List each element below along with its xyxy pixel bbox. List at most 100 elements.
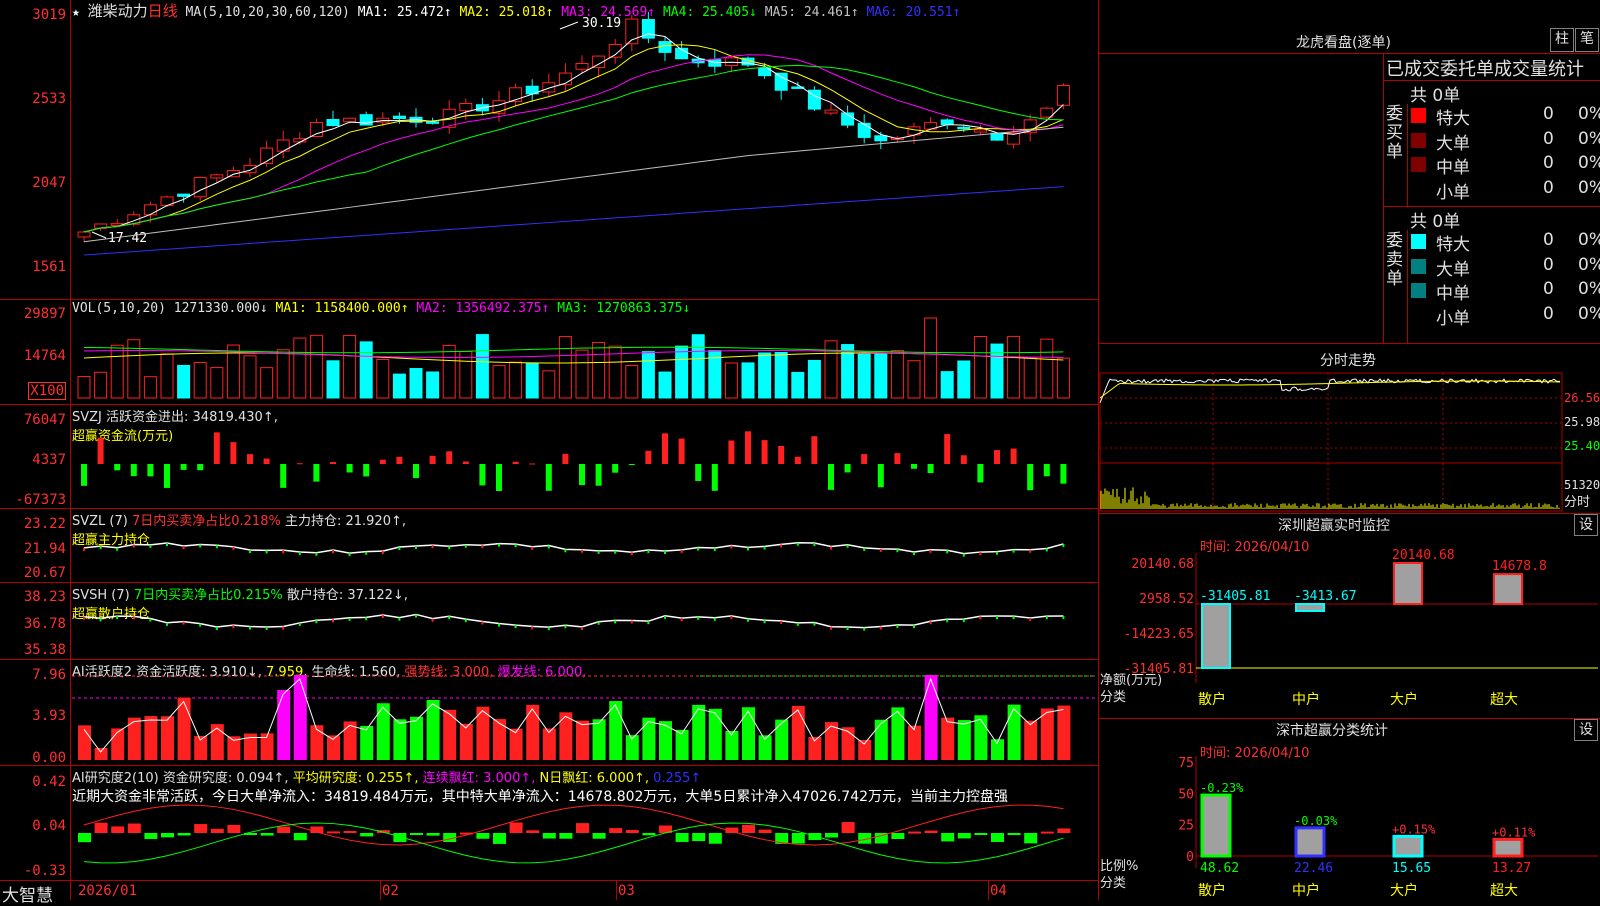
buy-total: 共 0单 — [1410, 86, 1461, 106]
volume-bar — [874, 353, 888, 399]
volume-bar — [907, 360, 921, 399]
bar-mode-button[interactable]: 柱 — [1550, 28, 1574, 52]
volume-bar — [824, 340, 838, 399]
research-bar — [111, 826, 125, 833]
holding-tick — [132, 616, 135, 620]
volume-bar — [525, 363, 539, 399]
research-bar — [974, 833, 988, 835]
order-p: 0% — [1578, 230, 1600, 250]
flow-bar — [263, 458, 270, 464]
order-swatch — [1411, 234, 1426, 249]
flow-bar — [130, 464, 137, 477]
flow-bar — [313, 464, 320, 482]
research-bar — [127, 823, 141, 833]
candle-body — [426, 121, 440, 124]
activity-bar — [692, 704, 706, 760]
volume-bar — [359, 341, 373, 399]
holding-tick — [99, 618, 102, 622]
volume-bar — [94, 371, 108, 399]
holding-tick — [780, 544, 783, 548]
volume-bar — [774, 351, 788, 399]
flow-bar — [147, 464, 154, 477]
activity-bar — [642, 717, 656, 760]
flow-bar — [612, 464, 619, 473]
activity-bar — [874, 719, 888, 760]
holding-tick — [1062, 543, 1065, 547]
sz-bar — [1393, 562, 1423, 606]
flow-bar — [230, 442, 237, 464]
research-bar — [791, 833, 805, 844]
order-v: 0 — [1543, 104, 1554, 124]
activity-bar — [177, 697, 191, 760]
holding-tick — [896, 624, 899, 628]
research-bar — [177, 833, 191, 836]
sz-axis-label: 20140.68 — [1131, 557, 1194, 572]
flow-bar — [695, 464, 702, 481]
holding-tick — [415, 614, 417, 618]
flow-bar — [296, 463, 303, 465]
sz-bar — [1493, 573, 1523, 606]
date-tick-mark — [380, 880, 381, 900]
research-bar — [1040, 831, 1054, 834]
research-bar — [293, 833, 307, 841]
volume-bar — [260, 367, 274, 399]
cls-stats-chart[interactable]: 75 50 25 0 -0.23% 48.62 散户 -0.03% 22.46 中户 +0.15% 1… — [1098, 718, 1600, 900]
volume-bar — [924, 317, 938, 399]
sz-value-label: 14678.8 — [1492, 559, 1547, 574]
holding-tick — [1012, 549, 1015, 553]
activity-bar — [957, 720, 971, 760]
holding-tick — [132, 544, 135, 548]
lhb-inner-line — [1407, 104, 1408, 207]
volume-bar — [741, 362, 755, 399]
volume-bar — [442, 344, 456, 399]
cls-value-label: 15.65 — [1392, 861, 1431, 876]
holding-tick — [946, 619, 949, 623]
research-bar — [227, 824, 241, 833]
cls-change-label: -0.23% — [1200, 781, 1244, 795]
flow-bar — [213, 432, 220, 464]
volume-bar — [143, 376, 157, 399]
flow-bar — [280, 464, 287, 488]
holding-tick — [265, 550, 268, 554]
holding-tick — [116, 616, 119, 620]
flow-bar — [496, 464, 502, 491]
holding-tick — [481, 545, 484, 549]
volume-bar — [426, 371, 440, 399]
cls-category-label: 散户 — [1198, 882, 1226, 899]
holding-tick — [431, 545, 434, 549]
holding-tick — [398, 617, 401, 621]
intraday-chart[interactable]: 26.56 25.98 25.40 51320 分时 — [1098, 343, 1600, 513]
flow-bar — [247, 454, 253, 464]
research-bar — [576, 823, 589, 833]
holding-tick — [166, 543, 168, 547]
flow-bar — [894, 453, 901, 464]
research-bar — [642, 833, 656, 836]
buy-orders-label: 委买单 — [1386, 104, 1403, 162]
activity-bar — [144, 716, 158, 760]
activity-bar — [410, 716, 423, 760]
sz-monitor-chart[interactable]: 20140.682958.52-14223.65-31405.81-31405.… — [1098, 513, 1600, 713]
flow-bar — [379, 459, 386, 464]
lhb-tabs[interactable]: 已成交委托单成交量统计 — [1386, 55, 1584, 81]
holding-tick — [149, 544, 152, 548]
holding-tick — [664, 615, 666, 619]
sz-bar — [1295, 603, 1325, 612]
holding-tick — [481, 621, 484, 625]
order-v: 0 — [1543, 230, 1554, 250]
order-name: 特大 — [1436, 109, 1470, 129]
holding-tick — [448, 546, 451, 550]
tick-mode-button[interactable]: 笔 — [1575, 28, 1599, 52]
research-bar — [758, 829, 772, 833]
research-bar — [924, 830, 938, 833]
activity-bar — [1024, 720, 1038, 760]
ma-line — [83, 64, 1064, 233]
flow-bar — [197, 464, 204, 471]
candle-body — [210, 174, 224, 179]
research-bar — [825, 833, 838, 838]
app-logo: 大智慧 — [2, 886, 53, 906]
flow-bar — [811, 436, 818, 464]
sz-axis-label: 2958.52 — [1139, 592, 1194, 607]
order-name: 特大 — [1436, 235, 1470, 255]
kline-chart[interactable]: 30.19 17.42 — [0, 0, 1098, 880]
candle-body — [77, 231, 91, 238]
